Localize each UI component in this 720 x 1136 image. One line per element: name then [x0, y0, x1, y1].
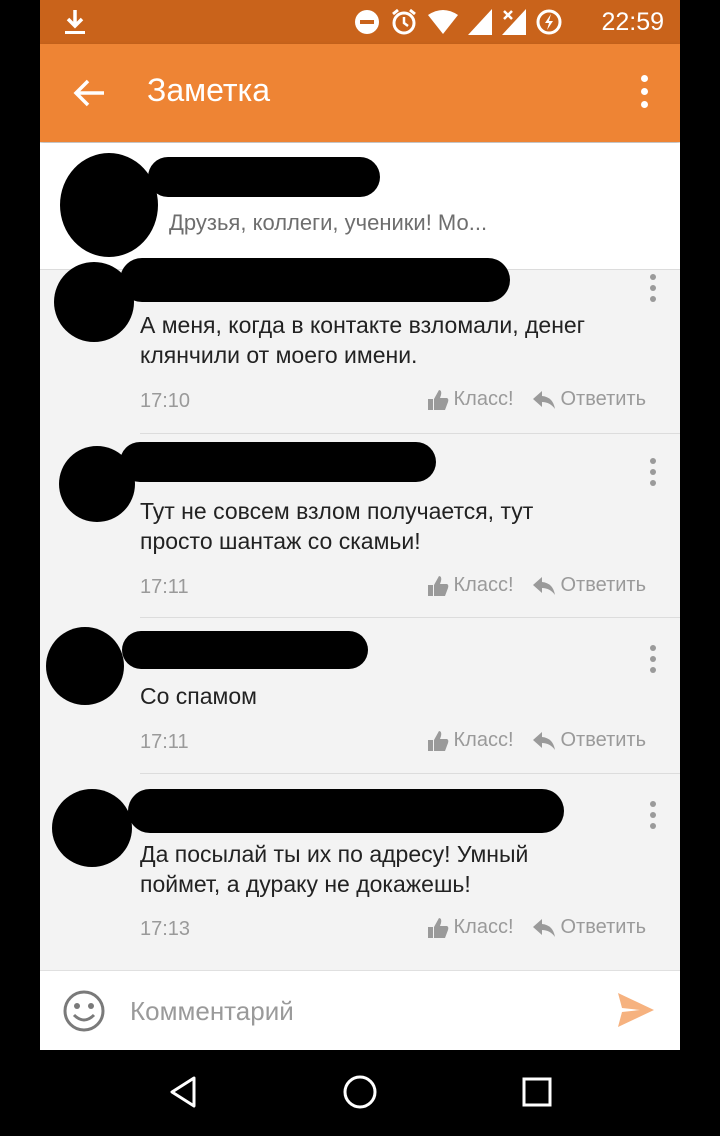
thumbs-up-icon	[427, 575, 448, 596]
comment-item: Да посылай ты их по адресу! Умный поймет…	[40, 775, 680, 969]
comment-time: 17:13	[140, 918, 191, 940]
do-not-disturb-icon	[355, 10, 379, 34]
reply-button[interactable]: Ответить	[532, 388, 647, 411]
system-nav-bar	[0, 1050, 720, 1136]
comment-text: Тут не совсем взлом получается, тут прос…	[140, 498, 534, 554]
reply-button[interactable]: Ответить	[532, 916, 647, 939]
comment-input[interactable]	[128, 989, 592, 1033]
commenter-avatar-redacted	[46, 627, 124, 705]
nav-back-icon[interactable]	[164, 1072, 204, 1112]
like-label: Класс!	[453, 388, 514, 410]
comment-time: 17:11	[140, 576, 189, 598]
commenter-name-redacted	[120, 442, 436, 482]
divider	[140, 617, 680, 618]
commenter-name-redacted	[122, 631, 368, 669]
like-label: Класс!	[453, 729, 514, 751]
signal-icon	[468, 9, 492, 35]
comment-actions: Класс! Ответить	[427, 729, 647, 752]
divider	[140, 433, 680, 434]
comment-menu-icon[interactable]	[648, 274, 658, 304]
comment-actions: Класс! Ответить	[427, 388, 647, 411]
comment-time: 17:11	[140, 731, 189, 753]
comment-actions: Класс! Ответить	[427, 574, 647, 597]
signal-no-data-icon	[502, 9, 526, 35]
note-header[interactable]: Друзья, коллеги, ученики! Мо...	[40, 143, 680, 270]
reply-icon	[532, 731, 555, 750]
commenter-avatar-redacted	[52, 789, 132, 867]
reply-label: Ответить	[560, 388, 647, 410]
like-button[interactable]: Класс!	[427, 916, 514, 939]
send-icon[interactable]	[618, 993, 654, 1027]
comment-actions: Класс! Ответить	[427, 916, 647, 939]
comment-item: Тут не совсем взлом получается, тут прос…	[40, 436, 680, 618]
thumbs-up-icon	[427, 917, 448, 938]
comment-composer	[40, 970, 680, 1050]
thumbs-up-icon	[427, 389, 448, 410]
battery-charging-icon	[536, 9, 562, 35]
commenter-name-redacted	[128, 789, 564, 833]
commenter-name-redacted	[120, 258, 510, 302]
reply-label: Ответить	[560, 729, 647, 751]
nav-home-icon[interactable]	[340, 1072, 380, 1112]
status-bar: 22:59	[40, 0, 680, 44]
download-icon	[65, 10, 85, 34]
reply-icon	[532, 576, 555, 595]
thumbs-up-icon	[427, 730, 448, 751]
alarm-icon	[392, 8, 416, 35]
author-avatar-redacted	[60, 153, 158, 257]
reply-button[interactable]: Ответить	[532, 729, 647, 752]
like-button[interactable]: Класс!	[427, 729, 514, 752]
page-title: Заметка	[147, 72, 271, 108]
like-label: Класс!	[453, 916, 514, 938]
reply-icon	[532, 390, 555, 409]
nav-recents-icon[interactable]	[517, 1072, 557, 1112]
author-name-redacted	[148, 157, 380, 197]
reply-button[interactable]: Ответить	[532, 574, 647, 597]
like-button[interactable]: Класс!	[427, 574, 514, 597]
comment-menu-icon[interactable]	[648, 645, 658, 675]
reply-label: Ответить	[560, 916, 647, 938]
app-screen: 22:59 Заметка Друзья, коллеги, ученики! …	[40, 0, 680, 1050]
comment-menu-icon[interactable]	[648, 458, 658, 488]
note-preview: Друзья, коллеги, ученики! Мо...	[169, 210, 488, 235]
comment-text: А меня, когда в контакте взломали, денег…	[140, 312, 586, 368]
divider	[140, 773, 680, 774]
app-bar: Заметка	[40, 44, 680, 142]
like-label: Класс!	[453, 574, 514, 596]
emoji-icon[interactable]	[62, 989, 106, 1033]
like-button[interactable]: Класс!	[427, 388, 514, 411]
comment-item: А меня, когда в контакте взломали, денег…	[40, 258, 680, 435]
comment-text: Со спамом	[140, 683, 257, 709]
status-icons	[354, 8, 562, 35]
reply-label: Ответить	[560, 574, 647, 596]
comment-menu-icon[interactable]	[648, 801, 658, 831]
overflow-menu-icon[interactable]	[638, 75, 650, 111]
comment-item: Со спамом 17:11 Класс! Ответить	[40, 619, 680, 774]
back-arrow-icon[interactable]	[72, 76, 106, 110]
reply-icon	[532, 918, 555, 937]
comment-time: 17:10	[140, 390, 191, 412]
wifi-icon	[428, 10, 458, 34]
comment-text: Да посылай ты их по адресу! Умный поймет…	[140, 841, 529, 897]
status-time: 22:59	[601, 8, 664, 36]
